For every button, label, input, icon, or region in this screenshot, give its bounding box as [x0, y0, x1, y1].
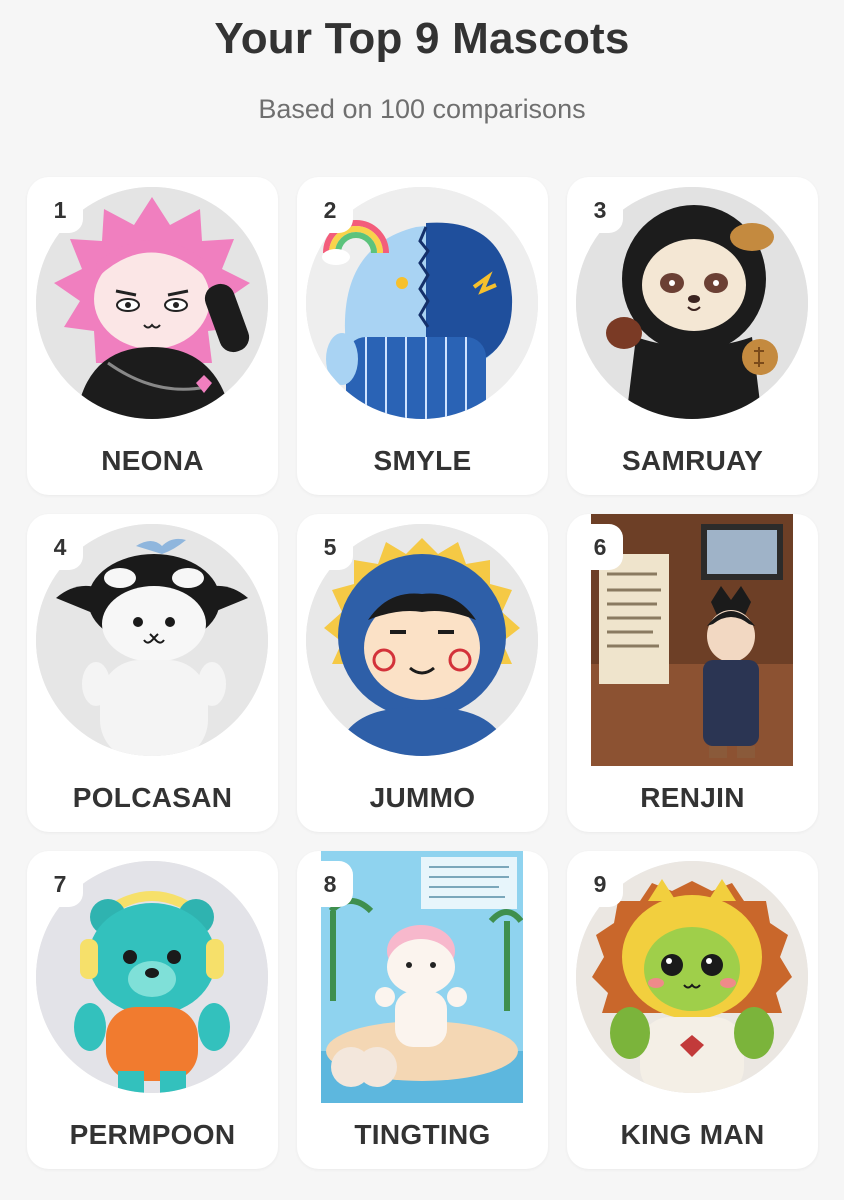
rank-badge: 8	[307, 861, 353, 907]
rank-badge: 7	[37, 861, 83, 907]
rank-badge: 6	[577, 524, 623, 570]
mascot-card-tingting[interactable]: 8 TINGTING	[297, 851, 548, 1169]
comparison-count: Based on 100 comparisons	[258, 94, 586, 124]
rank-badge: 1	[37, 187, 83, 233]
rank-badge: 5	[307, 524, 353, 570]
mascot-grid: 1 NEONA 2 SMYLE 3 SAMRUAY 4 POLCASAN 5 J…	[27, 177, 818, 1169]
mascot-card-jummo[interactable]: 5 JUMMO	[297, 514, 548, 832]
mascot-name: KING MAN	[620, 1119, 765, 1150]
mascot-card-neona[interactable]: 1 NEONA	[27, 177, 278, 495]
mascot-card-permpoon[interactable]: 7 PERMPOON	[27, 851, 278, 1169]
rank-badge: 9	[577, 861, 623, 907]
mascot-name: SMYLE	[373, 445, 472, 476]
mascot-name: TINGTING	[354, 1119, 491, 1150]
mascot-name: JUMMO	[369, 782, 476, 813]
rank-badge: 2	[307, 187, 353, 233]
mascot-name: NEONA	[101, 445, 204, 476]
mascot-name: SAMRUAY	[621, 445, 764, 476]
page-title: Your Top 9 Mascots	[214, 14, 630, 63]
mascot-card-smyle[interactable]: 2 SMYLE	[297, 177, 548, 495]
rank-badge: 4	[37, 524, 83, 570]
mascot-name: POLCASAN	[72, 782, 233, 813]
mascot-card-polcasan[interactable]: 4 POLCASAN	[27, 514, 278, 832]
mascot-name: PERMPOON	[69, 1119, 236, 1150]
mascot-name: RENJIN	[640, 782, 745, 813]
mascot-card-renjin[interactable]: 6 RENJIN	[567, 514, 818, 832]
rank-badge: 3	[577, 187, 623, 233]
mascot-card-samruay[interactable]: 3 SAMRUAY	[567, 177, 818, 495]
mascot-card-king-man[interactable]: 9 KING MAN	[567, 851, 818, 1169]
